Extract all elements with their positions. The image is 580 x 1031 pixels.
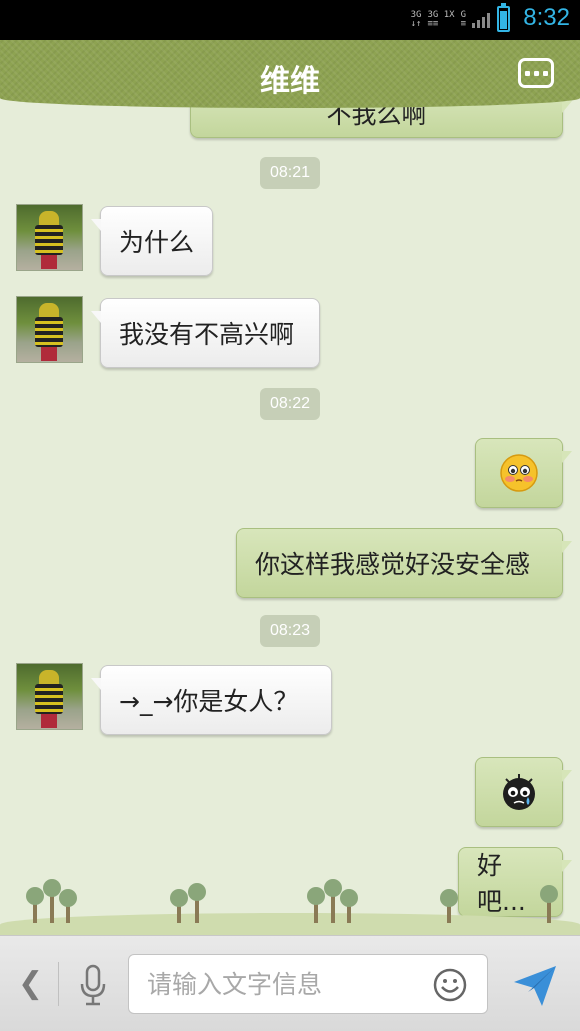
message-input-box[interactable] <box>128 954 488 1014</box>
input-bar: ❮ <box>0 935 580 1031</box>
more-dots-icon[interactable] <box>518 58 554 88</box>
microphone-icon[interactable] <box>78 964 108 1006</box>
timestamp: 08:23 <box>260 615 320 647</box>
send-plane-icon[interactable] <box>512 962 558 1008</box>
divider <box>58 962 59 1006</box>
avatar[interactable] <box>16 296 83 363</box>
tree-decoration <box>440 889 458 923</box>
tree-decoration <box>307 887 325 923</box>
status-time: 8:32 <box>523 4 570 31</box>
message-bubble-sent[interactable]: 你这样我感觉好没安全感 <box>236 528 572 598</box>
tree-decoration <box>540 885 558 923</box>
status-bar: 3G ↓↑ 3G 1X ≡≡ G ≡ 8:32 <box>0 0 580 40</box>
message-bubble-sent[interactable] <box>475 757 572 827</box>
signal-strength-icon <box>472 12 490 28</box>
chevron-left-icon[interactable]: ❮ <box>18 966 43 1001</box>
chat-area[interactable]: 不我么啊 08:21 为什么 我没有不高兴啊 08:22 你这样我感觉好没安全感… <box>0 40 580 935</box>
message-bubble-received[interactable]: 我没有不高兴啊 <box>91 298 320 368</box>
timestamp: 08:21 <box>260 157 320 189</box>
message-input[interactable] <box>147 955 417 1013</box>
tree-decoration <box>43 879 61 923</box>
timestamp: 08:22 <box>260 388 320 420</box>
tree-decoration <box>324 879 342 923</box>
battery-icon <box>497 3 510 32</box>
smiley-icon[interactable] <box>433 968 467 1002</box>
tree-decoration <box>340 889 358 923</box>
message-bubble-received[interactable]: →_→你是女人？ <box>91 665 332 735</box>
tree-decoration <box>170 889 188 923</box>
avatar[interactable] <box>16 204 83 271</box>
message-bubble-sent[interactable] <box>475 438 572 508</box>
tree-decoration <box>188 883 206 923</box>
tree-decoration <box>26 887 44 923</box>
network-g-icon: G ≡ <box>460 10 466 29</box>
network-indicators: 3G ↓↑ 3G 1X ≡≡ G ≡ <box>411 8 490 32</box>
network-3g-icon: 3G ↓↑ <box>410 10 422 29</box>
blushing-face-emoji-icon <box>500 454 538 492</box>
message-text: →_→你是女人？ <box>119 687 299 716</box>
chat-header: 维维 <box>0 40 580 108</box>
message-text: 为什么 <box>119 228 195 257</box>
message-text: 我没有不高兴啊 <box>119 320 295 349</box>
network-3g1x-icon: 3G 1X ≡≡ <box>427 10 455 29</box>
crying-black-face-emoji-icon <box>503 774 535 810</box>
contact-name-title: 维维 <box>260 64 320 99</box>
message-text: 你这样我感觉好没安全感 <box>255 550 531 579</box>
tree-decoration <box>59 889 77 923</box>
message-bubble-received[interactable]: 为什么 <box>91 206 213 276</box>
ground-decoration <box>0 913 580 935</box>
scenery-decoration <box>0 879 580 935</box>
avatar[interactable] <box>16 663 83 730</box>
